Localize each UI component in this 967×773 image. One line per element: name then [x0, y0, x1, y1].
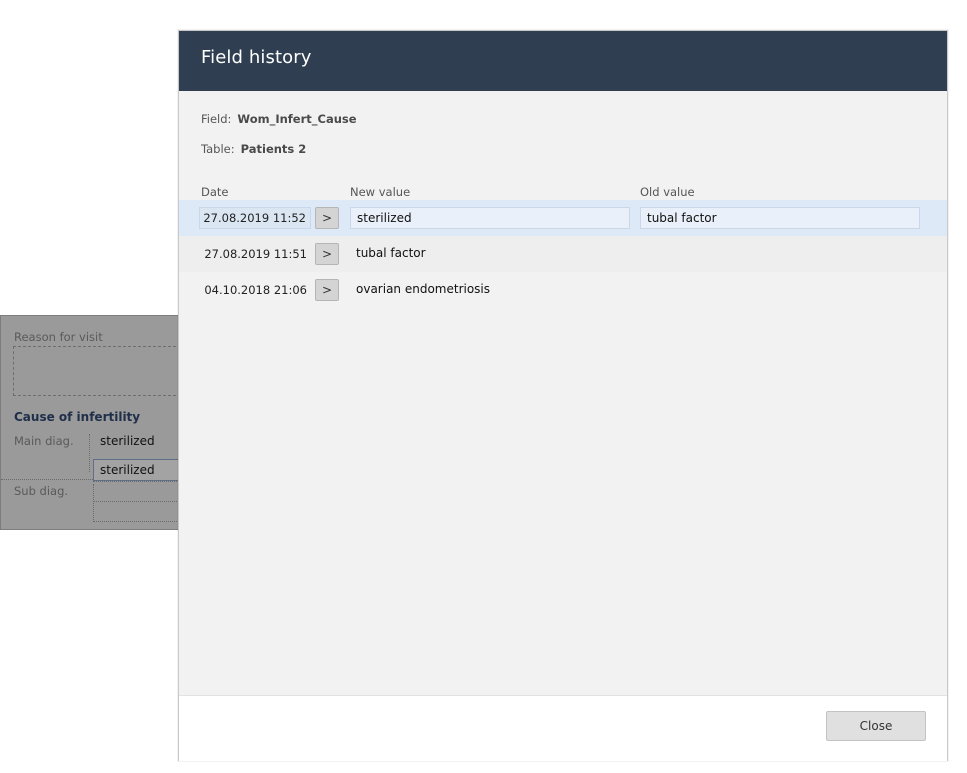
- table-label: Table:: [201, 142, 235, 156]
- old-value-cell: tubal factor: [640, 207, 920, 229]
- new-value-cell: tubal factor: [356, 246, 426, 260]
- field-label: Field:: [201, 112, 232, 126]
- restore-arrow-button[interactable]: >: [315, 279, 339, 301]
- date-cell: 27.08.2019 11:52: [199, 207, 311, 229]
- column-header-new-value: New value: [350, 185, 411, 199]
- main-diag-label: Main diag.: [14, 434, 74, 448]
- dialog-title: Field history: [201, 47, 312, 68]
- cause-of-infertility-heading: Cause of infertility: [14, 410, 141, 424]
- history-row[interactable]: 27.08.2019 11:51 > tubal factor: [179, 236, 947, 272]
- old-value-cell: [640, 279, 920, 301]
- sub-diag-label: Sub diag.: [14, 484, 69, 498]
- date-cell: 04.10.2018 21:06: [204, 283, 307, 297]
- reason-for-visit-field[interactable]: [13, 346, 201, 396]
- main-diag-value: sterilized: [100, 434, 155, 448]
- reason-for-visit-label: Reason for visit: [14, 330, 103, 344]
- field-value: Wom_Infert_Cause: [237, 112, 357, 126]
- table-value: Patients 2: [240, 142, 307, 156]
- table-info: Table: Patients 2: [201, 142, 306, 156]
- column-header-old-value: Old value: [640, 185, 695, 199]
- field-history-dialog: Field history Field: Wom_Infert_Cause Tab…: [178, 30, 948, 761]
- dialog-footer: Close: [179, 695, 947, 761]
- divider: [89, 434, 90, 472]
- old-value-cell: [640, 243, 920, 265]
- history-row[interactable]: 04.10.2018 21:06 > ovarian endometriosis: [179, 272, 947, 308]
- close-button[interactable]: Close: [826, 711, 926, 741]
- divider: [93, 484, 94, 522]
- new-value-cell: ovarian endometriosis: [356, 282, 491, 296]
- date-cell: 27.08.2019 11:51: [204, 247, 307, 261]
- history-row[interactable]: 27.08.2019 11:52 > sterilized tubal fact…: [179, 200, 947, 236]
- divider: [1, 479, 93, 480]
- background-form: Reason for visit Cause of infertility Ma…: [0, 315, 201, 530]
- restore-arrow-button[interactable]: >: [315, 207, 339, 229]
- column-header-date: Date: [201, 185, 229, 199]
- field-info: Field: Wom_Infert_Cause: [201, 112, 357, 126]
- dialog-header: Field history: [179, 31, 947, 91]
- new-value-cell: sterilized: [350, 207, 630, 229]
- restore-arrow-button[interactable]: >: [315, 243, 339, 265]
